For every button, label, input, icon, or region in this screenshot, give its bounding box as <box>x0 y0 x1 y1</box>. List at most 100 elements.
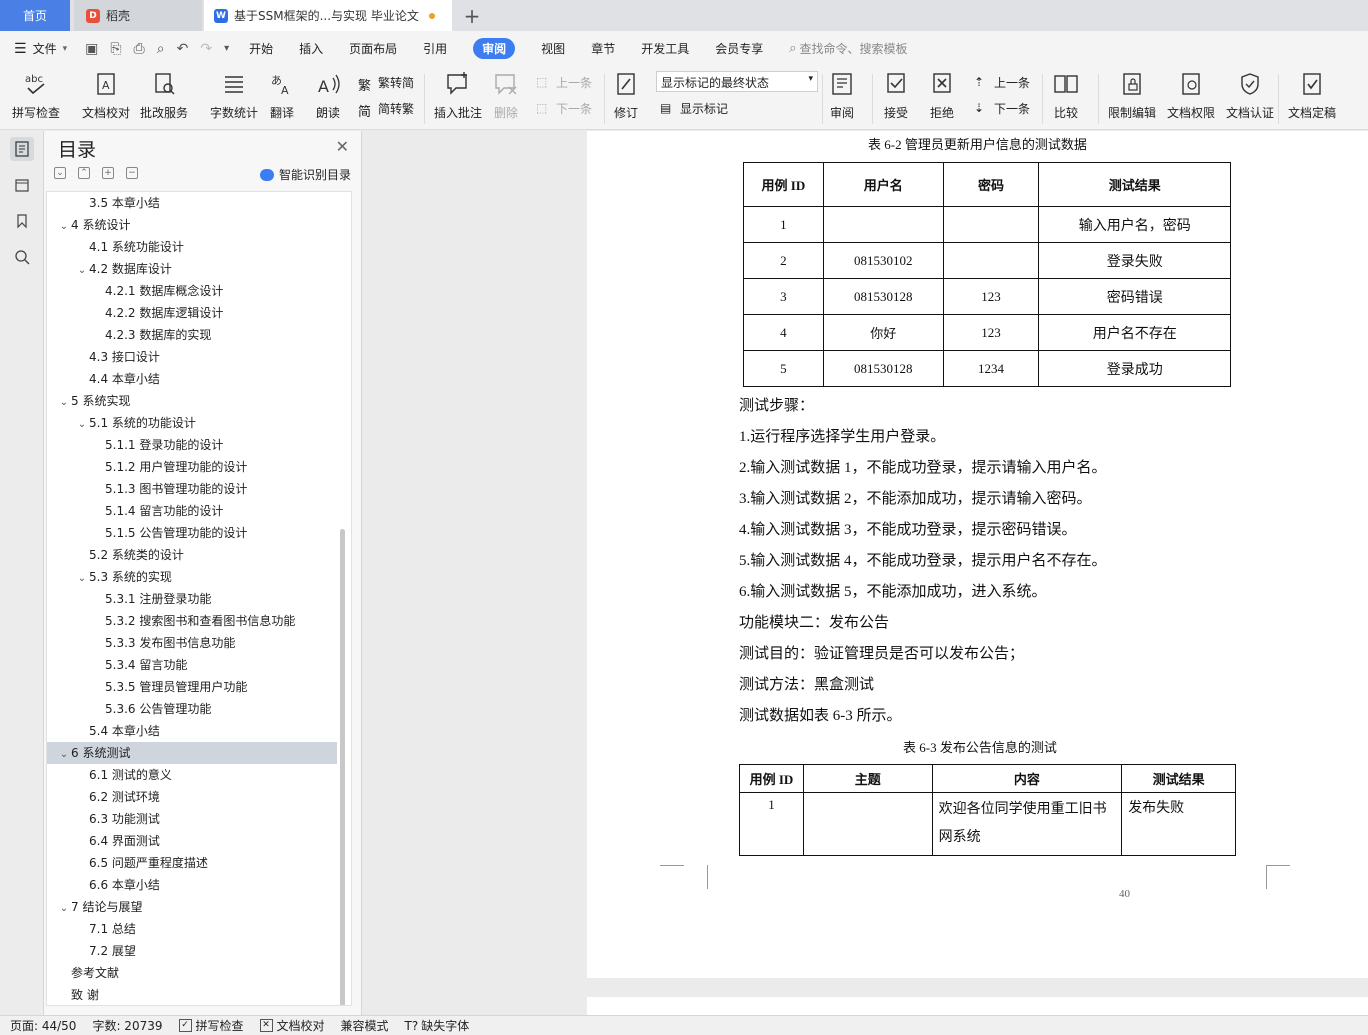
toc-item[interactable]: 4.2.1 数据库概念设计 <box>47 280 337 302</box>
menu-start[interactable]: 开始 <box>249 40 273 57</box>
toc-pane-icon[interactable] <box>10 137 34 161</box>
toc-item[interactable]: 7.2 展望 <box>47 940 337 962</box>
toc-item[interactable]: 4.4 本章小结 <box>47 368 337 390</box>
search-icon[interactable] <box>10 245 34 269</box>
toc-item[interactable]: 参考文献 <box>47 962 337 984</box>
doc-proofread-button[interactable]: A 文档校对 <box>82 70 130 121</box>
translate-button[interactable]: あA 翻译 <box>268 70 296 121</box>
undo-icon[interactable]: ↶ <box>177 41 189 57</box>
batch-service-button[interactable]: 批改服务 <box>140 70 188 121</box>
toc-item[interactable]: 5.1.1 登录功能的设计 <box>47 434 337 456</box>
next-change-button[interactable]: ⇣ 下一条 <box>974 100 1030 117</box>
chevron-down-icon[interactable]: ⌄ <box>75 260 89 282</box>
doc-permission-button[interactable]: 文档权限 <box>1167 70 1215 121</box>
toc-item[interactable]: 5.1.4 留言功能的设计 <box>47 500 337 522</box>
toc-item[interactable]: 6.5 问题严重程度描述 <box>47 852 337 874</box>
show-markup-button[interactable]: ▤ 显示标记 <box>660 100 728 117</box>
menu-chapter[interactable]: 章节 <box>591 40 615 57</box>
toc-item[interactable]: 5.3.4 留言功能 <box>47 654 337 676</box>
restrict-editing-button[interactable]: 限制编辑 <box>1108 70 1156 121</box>
menu-developer[interactable]: 开发工具 <box>641 40 689 57</box>
compat-mode[interactable]: 兼容模式 <box>341 1017 389 1034</box>
toc-item[interactable]: 4.3 接口设计 <box>47 346 337 368</box>
toc-item[interactable]: 6.4 界面测试 <box>47 830 337 852</box>
save-icon[interactable]: ▣ <box>85 41 98 57</box>
chevron-down-icon[interactable]: ⌄ <box>75 414 89 436</box>
toc-item[interactable]: 5.1.3 图书管理功能的设计 <box>47 478 337 500</box>
chevron-down-icon[interactable]: ⌄ <box>57 392 71 414</box>
print-preview-icon[interactable]: ⌕ <box>157 41 165 57</box>
print-icon[interactable]: ⎙ <box>134 41 145 57</box>
reject-button[interactable]: 拒绝 <box>928 70 956 121</box>
chevron-down-icon[interactable]: ⌄ <box>57 744 71 766</box>
chevron-down-icon[interactable]: ⌄ <box>75 568 89 590</box>
finalize-doc-button[interactable]: 文档定稿 <box>1288 70 1336 121</box>
word-count-button[interactable]: 字数统计 <box>210 70 258 121</box>
output-pdf-icon[interactable]: ⎘ <box>110 41 121 57</box>
file-menu[interactable]: 文件 <box>33 40 57 57</box>
prev-change-button[interactable]: ⇡ 上一条 <box>974 74 1030 91</box>
toc-item[interactable]: 6.1 测试的意义 <box>47 764 337 786</box>
status-proofread[interactable]: ✕ 文档校对 <box>259 1017 325 1034</box>
toc-item[interactable]: 4.2.2 数据库逻辑设计 <box>47 302 337 324</box>
menu-references[interactable]: 引用 <box>423 40 447 57</box>
toc-item[interactable]: ⌄ 5.3 系统的实现 <box>47 566 337 588</box>
prev-comment-button[interactable]: ⬚ 上一条 <box>536 74 592 91</box>
toc-item[interactable]: 5.3.2 搜索图书和查看图书信息功能 <box>47 610 337 632</box>
trad-to-simp-button[interactable]: 繁繁转简 <box>358 74 414 94</box>
toc-item[interactable]: 致 谢 <box>47 984 337 1005</box>
bookmark-icon[interactable] <box>10 209 34 233</box>
toc-item[interactable]: ⌄ 5 系统实现 <box>47 390 337 412</box>
toc-item[interactable]: ⌄ 4.2 数据库设计 <box>47 258 337 280</box>
tab-home[interactable]: 首页 <box>0 0 70 31</box>
collapse-all-icon[interactable]: ⌄ <box>54 167 66 179</box>
menu-insert[interactable]: 插入 <box>299 40 323 57</box>
compare-button[interactable]: 比较 <box>1052 70 1080 121</box>
toc-item[interactable]: 5.4 本章小结 <box>47 720 337 742</box>
markup-state-select[interactable]: 显示标记的最终状态 ▾ <box>656 71 818 92</box>
menu-page-layout[interactable]: 页面布局 <box>349 40 397 57</box>
chevron-down-icon[interactable]: ⌄ <box>57 216 71 238</box>
document-page[interactable]: 表 6-2 管理员更新用户信息的测试数据 用例 ID 用户名 密码 测试结果 1… <box>587 131 1368 978</box>
tab-document[interactable]: W 基于SSM框架的...与实现 毕业论文 <box>204 0 452 31</box>
track-changes-button[interactable]: 修订 <box>612 70 640 121</box>
toc-item[interactable]: 5.2 系统类的设计 <box>47 544 337 566</box>
menu-review[interactable]: 审阅 <box>473 38 516 59</box>
smart-toc-button[interactable]: 智能识别目录 <box>259 166 351 183</box>
toc-item[interactable]: 6.3 功能测试 <box>47 808 337 830</box>
next-comment-button[interactable]: ⬚ 下一条 <box>536 100 592 117</box>
chevron-down-icon[interactable]: ▾ <box>63 44 68 54</box>
toc-item[interactable]: 5.3.1 注册登录功能 <box>47 588 337 610</box>
review-pane-button[interactable]: 审阅 <box>828 70 856 121</box>
word-count-indicator[interactable]: 字数: 20739 <box>92 1017 162 1034</box>
chapter-nav-icon[interactable] <box>10 173 34 197</box>
tab-docer[interactable]: D 稻壳 <box>74 0 202 31</box>
delete-comment-button[interactable]: 删除 <box>492 70 520 121</box>
spell-check-button[interactable]: abc 拼写检查 <box>12 70 60 121</box>
next-page[interactable] <box>587 997 1368 1015</box>
toc-item[interactable]: 5.1.2 用户管理功能的设计 <box>47 456 337 478</box>
toc-item[interactable]: ⌄ 6 系统测试 <box>47 742 337 764</box>
status-spell-check[interactable]: ✓ 拼写检查 <box>178 1017 244 1034</box>
hamburger-icon[interactable]: ☰ <box>14 41 27 57</box>
new-tab-button[interactable]: + <box>460 0 484 31</box>
toc-item[interactable]: 5.3.3 发布图书信息功能 <box>47 632 337 654</box>
close-icon[interactable]: ✕ <box>336 137 349 156</box>
toc-item[interactable]: 4.2.3 数据库的实现 <box>47 324 337 346</box>
toc-item[interactable]: 4.1 系统功能设计 <box>47 236 337 258</box>
read-aloud-button[interactable]: A 朗读 <box>314 70 342 121</box>
toc-item[interactable]: 5.3.5 管理员管理用户功能 <box>47 676 337 698</box>
redo-icon[interactable]: ↷ <box>200 41 212 57</box>
menu-view[interactable]: 视图 <box>541 40 565 57</box>
insert-comment-button[interactable]: 插入批注 <box>434 70 482 121</box>
chevron-down-icon[interactable]: ⌄ <box>57 898 71 920</box>
menu-member[interactable]: 会员专享 <box>715 40 763 57</box>
toc-item[interactable]: 6.6 本章小结 <box>47 874 337 896</box>
toc-scrollbar[interactable] <box>340 529 345 1005</box>
toc-item[interactable]: 3.5 本章小结 <box>47 192 337 214</box>
toc-item[interactable]: ⌄ 5.1 系统的功能设计 <box>47 412 337 434</box>
command-search-input[interactable]: 查找命令、搜索模板 <box>800 40 908 57</box>
expand-up-icon[interactable]: ⌃ <box>78 167 90 179</box>
remove-toc-item-icon[interactable]: − <box>126 167 138 179</box>
page-indicator[interactable]: 页面: 44/50 <box>10 1017 76 1034</box>
